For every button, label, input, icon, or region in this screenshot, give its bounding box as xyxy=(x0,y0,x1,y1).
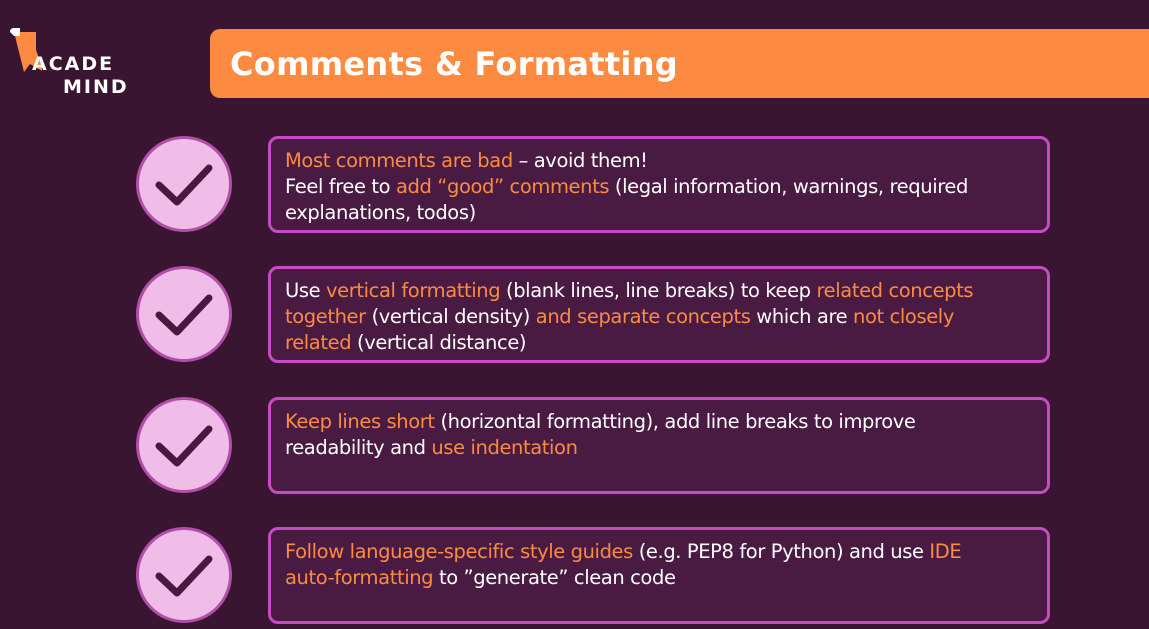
card-text-line: Feel free to add “good” comments (legal … xyxy=(285,174,1033,200)
body-text: readability and xyxy=(285,436,432,459)
checklist-item: Follow language-specific style guides (e… xyxy=(0,527,1149,627)
highlighted-text: Follow language-specific style guides xyxy=(285,540,633,563)
card-text-line: auto-formatting to ”generate” clean code xyxy=(285,565,1033,591)
checklist-item: Most comments are bad – avoid them! Feel … xyxy=(0,136,1149,236)
highlighted-text: Keep lines short xyxy=(285,410,435,433)
highlighted-text: add “good” comments xyxy=(395,175,610,198)
card-text-line: readability and use indentation xyxy=(285,435,1033,461)
card-text-line: Follow language-specific style guides (e… xyxy=(285,539,1033,565)
card-text-line: Use vertical formatting (blank lines, li… xyxy=(285,278,1033,304)
academind-logo: ACADE MIND xyxy=(10,28,140,98)
highlighted-text: auto-formatting xyxy=(285,566,434,589)
body-text: (legal information, warnings, required xyxy=(609,175,968,198)
checklist-item: Use vertical formatting (blank lines, li… xyxy=(0,266,1149,366)
highlighted-text: related concepts xyxy=(816,279,974,302)
body-text: (vertical distance) xyxy=(351,331,527,354)
checkmark-icon xyxy=(155,425,213,467)
body-text: explanations, todos) xyxy=(285,201,476,224)
card-text-line: related (vertical distance) xyxy=(285,330,1033,356)
highlighted-text: vertical formatting xyxy=(326,279,501,302)
body-text: (horizontal formatting), add line breaks… xyxy=(434,410,916,433)
check-circle xyxy=(136,136,232,232)
body-text: Feel free to xyxy=(285,175,396,198)
body-text: (vertical density) xyxy=(365,305,536,328)
logo-text-line2: MIND xyxy=(63,76,129,98)
highlighted-text: IDE xyxy=(929,540,962,563)
checklist-item: Keep lines short (horizontal formatting)… xyxy=(0,397,1149,497)
check-circle xyxy=(136,266,232,362)
highlighted-text: not closely xyxy=(853,305,954,328)
checklist-card: Most comments are bad – avoid them! Feel … xyxy=(268,136,1050,233)
body-text: which are xyxy=(750,305,854,328)
checkmark-icon xyxy=(155,164,213,206)
checkmark-icon xyxy=(155,294,213,336)
body-text: – avoid them! xyxy=(512,149,648,172)
check-circle xyxy=(136,397,232,493)
checklist-card: Keep lines short (horizontal formatting)… xyxy=(268,397,1050,494)
card-text-line: together (vertical density) and separate… xyxy=(285,304,1033,330)
checklist-card: Follow language-specific style guides (e… xyxy=(268,527,1050,624)
checkmark-icon xyxy=(155,555,213,597)
check-circle xyxy=(136,527,232,623)
body-text: (e.g. PEP8 for Python) and use xyxy=(632,540,930,563)
highlighted-text: use indentation xyxy=(431,436,578,459)
body-text: Use xyxy=(285,279,327,302)
highlighted-text: and separate concepts xyxy=(535,305,751,328)
highlighted-text: together xyxy=(285,305,366,328)
highlighted-text: Most comments are bad xyxy=(285,149,513,172)
title-banner: Comments & Formatting xyxy=(210,29,1149,98)
body-text: to ”generate” clean code xyxy=(433,566,676,589)
body-text: (blank lines, line breaks) to keep xyxy=(500,279,817,302)
card-text-line: Keep lines short (horizontal formatting)… xyxy=(285,409,1033,435)
card-text-line: explanations, todos) xyxy=(285,200,1033,226)
highlighted-text: related xyxy=(285,331,352,354)
page-title: Comments & Formatting xyxy=(230,44,678,83)
card-text-line: Most comments are bad – avoid them! xyxy=(285,148,1033,174)
checklist-card: Use vertical formatting (blank lines, li… xyxy=(268,266,1050,363)
logo-text-line1: ACADE xyxy=(32,53,115,75)
